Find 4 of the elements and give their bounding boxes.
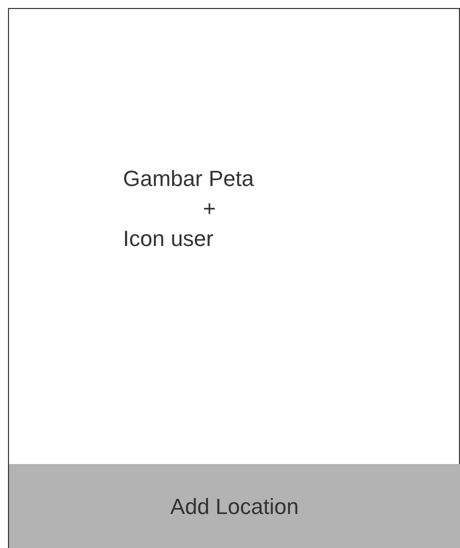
placeholder-text: Icon user <box>123 225 214 253</box>
placeholder-text: Gambar Peta <box>123 165 255 193</box>
add-location-button[interactable]: Add Location <box>8 464 460 548</box>
placeholder-text: + <box>202 195 217 223</box>
